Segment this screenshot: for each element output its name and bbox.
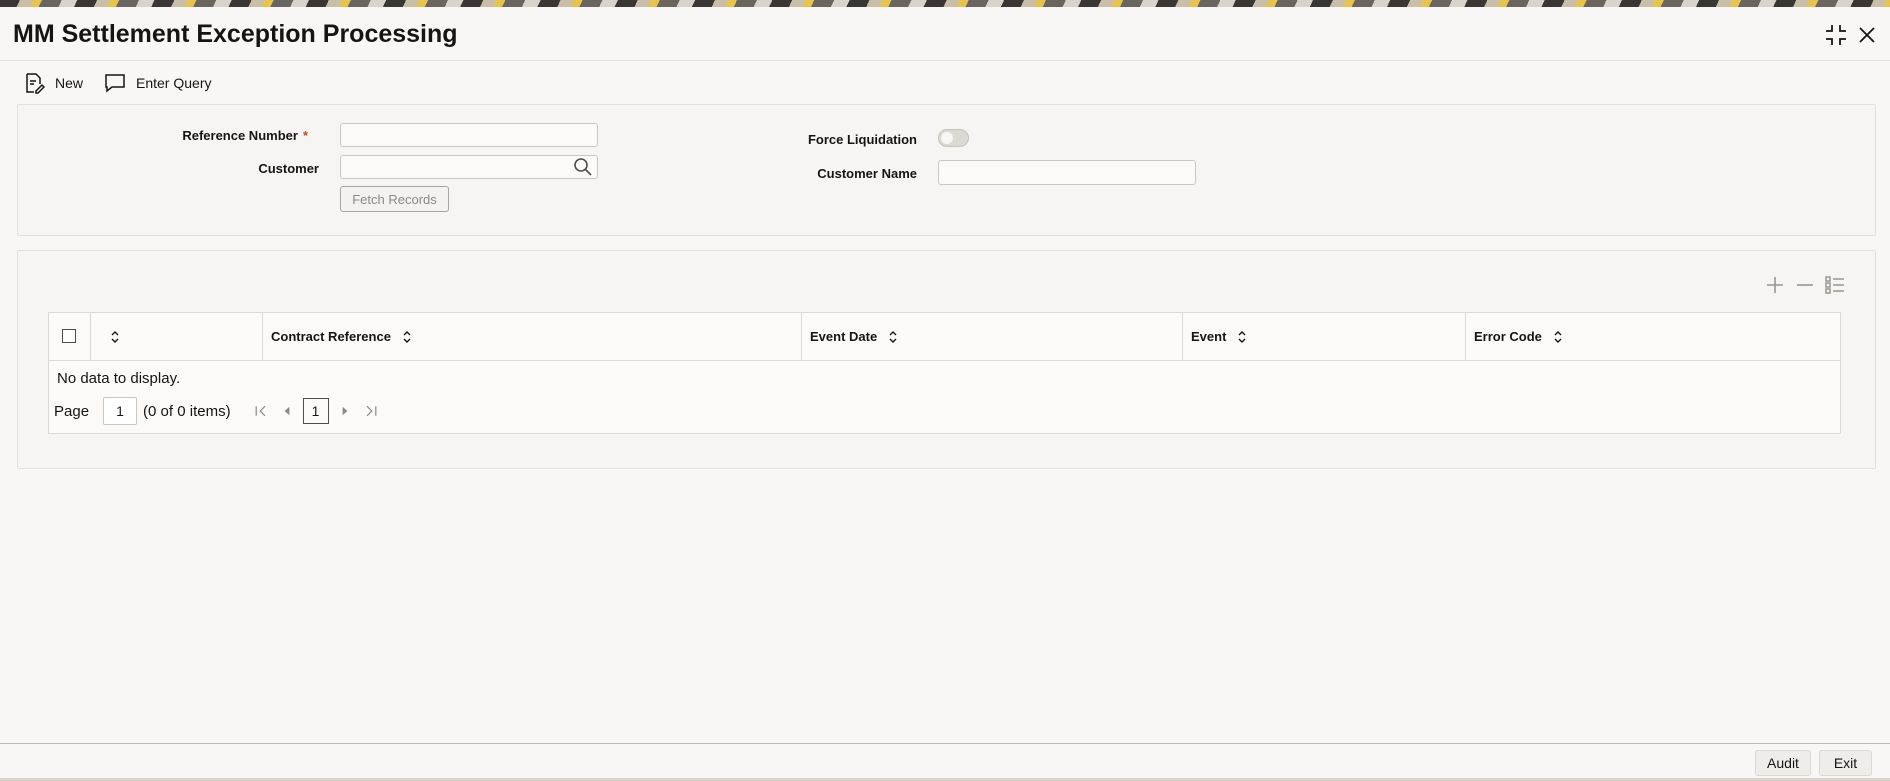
required-indicator: *: [302, 128, 308, 143]
empty-table-message: No data to display.: [57, 370, 181, 387]
page-label: Page: [54, 402, 90, 420]
exceptions-table: Contract Reference Event Date Event Erro…: [48, 312, 1841, 434]
toggle-knob: [941, 132, 953, 144]
add-row-icon[interactable]: [1764, 274, 1786, 296]
customer-label: Customer: [258, 161, 319, 176]
force-liquidation-toggle[interactable]: [938, 129, 969, 147]
reference-number-label: Reference Number *: [182, 128, 308, 143]
column-header-event[interactable]: Event: [1182, 313, 1465, 360]
sort-icon[interactable]: [109, 329, 121, 345]
fetch-records-button[interactable]: Fetch Records: [340, 186, 449, 212]
last-page-icon[interactable]: [361, 401, 381, 421]
restore-icon[interactable]: [1823, 22, 1849, 48]
enter-query-button[interactable]: Enter Query: [104, 72, 211, 94]
search-icon[interactable]: [573, 157, 593, 177]
new-button[interactable]: New: [23, 72, 83, 94]
title-divider: [0, 60, 1890, 61]
table-header: Contract Reference Event Date Event Erro…: [49, 313, 1840, 361]
new-document-icon: [26, 73, 45, 94]
query-comment-icon: [105, 74, 125, 93]
pagination: Page 1 (0 of 0 items) 1: [54, 396, 381, 426]
current-page[interactable]: 1: [302, 398, 329, 424]
previous-page-icon[interactable]: [277, 401, 297, 421]
items-count: (0 of 0 items): [143, 402, 231, 420]
column-header-error-code[interactable]: Error Code: [1465, 313, 1841, 360]
customer-name-label: Customer Name: [817, 166, 917, 181]
page-number-input[interactable]: 1: [103, 397, 138, 425]
close-icon[interactable]: [1854, 22, 1880, 48]
sort-icon[interactable]: [1236, 329, 1248, 345]
first-page-icon[interactable]: [251, 401, 271, 421]
reference-number-input[interactable]: [340, 123, 598, 147]
grid-toolbar: [1764, 274, 1846, 296]
customer-input[interactable]: [340, 155, 598, 179]
footer-divider: [0, 743, 1890, 744]
remove-row-icon[interactable]: [1794, 274, 1816, 296]
column-header-event-date[interactable]: Event Date: [801, 313, 1182, 360]
page-title: MM Settlement Exception Processing: [13, 20, 458, 48]
sort-icon[interactable]: [1552, 329, 1564, 345]
sort-icon[interactable]: [887, 329, 899, 345]
force-liquidation-label: Force Liquidation: [807, 132, 917, 147]
header-decorative-band: [0, 0, 1890, 7]
new-button-label: New: [55, 75, 84, 91]
column-header-contract-reference[interactable]: Contract Reference: [262, 313, 801, 360]
exit-button[interactable]: Exit: [1819, 750, 1872, 776]
customer-name-input[interactable]: [938, 160, 1196, 185]
column-list-icon[interactable]: [1824, 274, 1846, 296]
next-page-icon[interactable]: [335, 401, 355, 421]
sort-icon[interactable]: [401, 329, 413, 345]
select-all-checkbox[interactable]: [62, 329, 76, 343]
audit-button[interactable]: Audit: [1755, 750, 1811, 776]
enter-query-button-label: Enter Query: [136, 75, 212, 91]
